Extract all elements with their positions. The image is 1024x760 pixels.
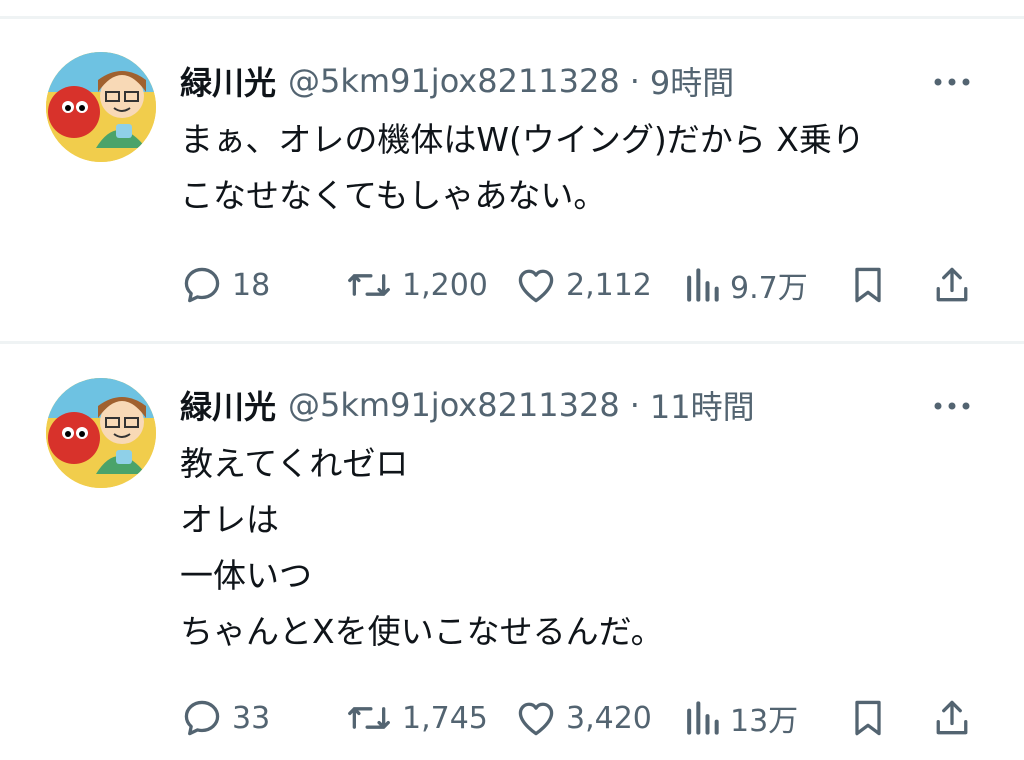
share-button[interactable]: [930, 693, 974, 743]
tweet-text: 教えてくれゼロ オレは 一体いつ ちゃんとXを使いこなせるんだ。: [180, 436, 1000, 660]
like-button[interactable]: 3,420: [514, 693, 652, 743]
tweet-text-line: ちゃんとXを使いこなせるんだ。: [180, 612, 664, 651]
reply-button[interactable]: 18: [180, 260, 270, 310]
views-icon: [682, 263, 722, 307]
tweet-actions: 18 1,200 2,112 9.7万: [0, 260, 1024, 310]
tweet-header: 緑川光 @5km91jox8211328 · 9時間: [180, 56, 734, 106]
retweet-button[interactable]: 1,200: [344, 260, 488, 310]
reply-icon: [180, 696, 224, 740]
separator-dot: ·: [629, 62, 640, 100]
views-icon: [682, 696, 722, 740]
views-button[interactable]: 9.7万: [682, 260, 808, 310]
tweet-text: まぁ、オレの機体はW(ウイング)だから X乗り こなせなくてもしゃあない。: [180, 112, 1000, 224]
tweet-text-line: オレは: [180, 500, 279, 539]
share-icon: [930, 263, 974, 307]
share-button[interactable]: [930, 260, 974, 310]
bookmark-button[interactable]: [846, 260, 890, 310]
bookmark-icon: [846, 263, 890, 307]
retweet-count: 1,200: [402, 267, 488, 303]
tweet-actions: 33 1,745 3,420 13万: [0, 693, 1024, 743]
author-name[interactable]: 緑川光: [180, 382, 276, 428]
reply-count: 33: [232, 700, 271, 736]
avatar[interactable]: [46, 52, 156, 162]
tweet-time[interactable]: 9時間: [650, 58, 734, 104]
tweet-header: 緑川光 @5km91jox8211328 · 11時間: [180, 380, 755, 430]
views-count: 9.7万: [730, 271, 808, 306]
retweet-icon: [344, 263, 394, 307]
reply-count: 18: [232, 267, 271, 303]
reply-button[interactable]: 33: [180, 693, 270, 743]
like-count: 2,112: [566, 267, 652, 303]
tweet-text-line: 教えてくれゼロ: [180, 444, 409, 483]
retweet-count: 1,745: [402, 700, 488, 736]
top-divider: [0, 16, 1024, 19]
bookmark-button[interactable]: [846, 693, 890, 743]
avatar[interactable]: [46, 378, 156, 488]
tweet-text-line: こなせなくてもしゃあない。: [180, 176, 607, 215]
retweet-button[interactable]: 1,745: [344, 693, 488, 743]
like-button[interactable]: 2,112: [514, 260, 652, 310]
heart-icon: [514, 696, 558, 740]
tweet-time[interactable]: 11時間: [650, 382, 755, 428]
heart-icon: [514, 263, 558, 307]
share-icon: [930, 696, 974, 740]
tweet-divider: [0, 341, 1024, 344]
more-icon[interactable]: [928, 62, 976, 102]
like-count: 3,420: [566, 700, 652, 736]
reply-icon: [180, 263, 224, 307]
views-button[interactable]: 13万: [682, 693, 798, 743]
author-handle[interactable]: @5km91jox8211328: [288, 386, 620, 424]
views-count: 13万: [730, 704, 799, 739]
tweet-text-line: 一体いつ: [180, 556, 312, 595]
bookmark-icon: [846, 696, 890, 740]
separator-dot: ·: [629, 386, 640, 424]
author-name[interactable]: 緑川光: [180, 58, 276, 104]
retweet-icon: [344, 696, 394, 740]
author-handle[interactable]: @5km91jox8211328: [288, 62, 620, 100]
more-icon[interactable]: [928, 386, 976, 426]
tweet-text-line: まぁ、オレの機体はW(ウイング)だから X乗り: [180, 120, 865, 159]
